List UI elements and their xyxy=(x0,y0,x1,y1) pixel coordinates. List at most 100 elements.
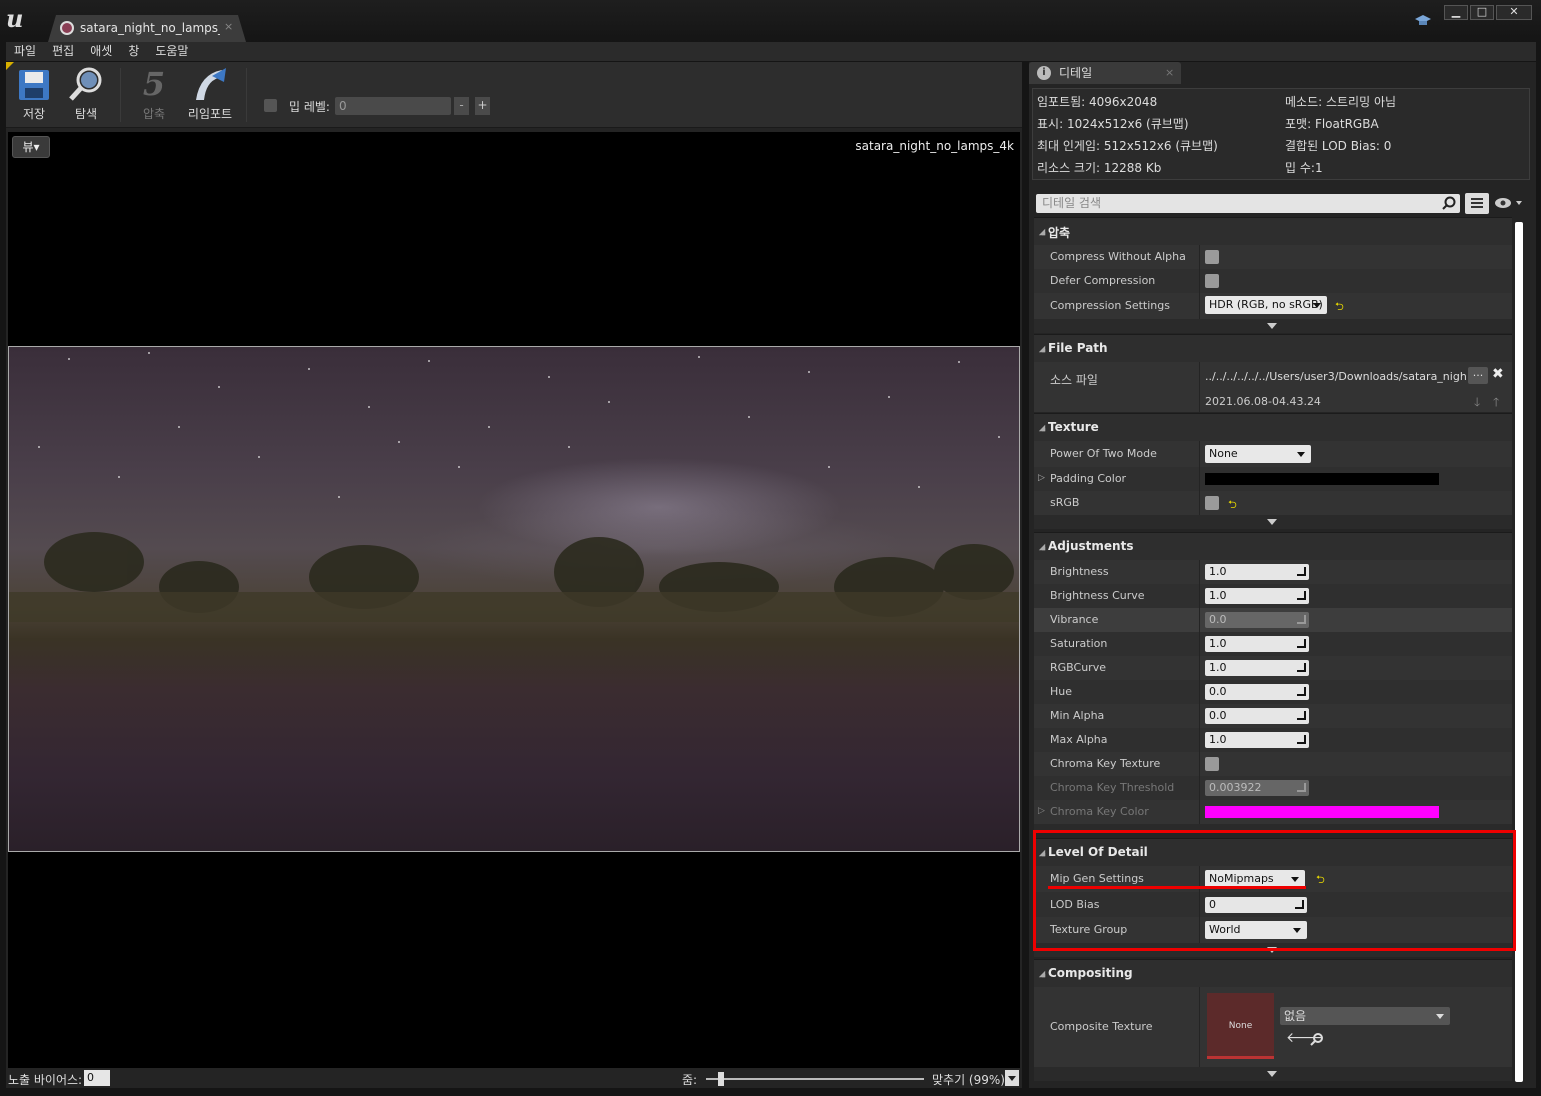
composite-texture-thumbnail[interactable]: None xyxy=(1207,993,1274,1059)
defer-compression-checkbox[interactable] xyxy=(1205,274,1219,288)
prop-saturation: Saturation 1.0 xyxy=(1034,632,1512,656)
save-button[interactable]: 저장 xyxy=(8,66,60,124)
field-value: 0.0 xyxy=(1209,613,1227,626)
info-method: 메소드: 스트리밍 아님 xyxy=(1285,95,1397,109)
menu-asset[interactable]: 애셋 xyxy=(82,42,120,61)
maximize-button[interactable]: □ xyxy=(1470,5,1494,20)
texture-asset-icon xyxy=(60,21,74,35)
brightness-field[interactable]: 1.0 xyxy=(1205,564,1309,580)
details-search-row: 디테일 검색 xyxy=(1032,190,1532,218)
prop-label: Brightness Curve xyxy=(1050,589,1145,602)
mip-level-field[interactable]: 0 xyxy=(335,97,451,115)
vibrance-field[interactable]: 0.0 xyxy=(1205,612,1309,628)
max-alpha-field[interactable]: 1.0 xyxy=(1205,732,1309,748)
category-title: Adjustments xyxy=(1048,539,1134,553)
view-options-eye-icon[interactable] xyxy=(1494,196,1524,210)
source-file-path: ../../../../../../Users/user3/Downloads/… xyxy=(1205,370,1467,383)
chroma-key-color-swatch[interactable] xyxy=(1205,806,1439,818)
compress-without-alpha-checkbox[interactable] xyxy=(1205,250,1219,264)
reimport-button[interactable]: 리임포트 xyxy=(184,66,236,124)
texture-viewport[interactable]: 뷰▾ satara_night_no_lamps_4k xyxy=(8,132,1020,1068)
status-bar: 노출 바이어스: 0 줌: 맞추기 (99%) xyxy=(6,1068,1022,1088)
browse-button[interactable]: 탐색 xyxy=(60,66,112,124)
document-tab-title: satara_night_no_lamps_4k xyxy=(80,21,220,35)
min-alpha-field[interactable]: 0.0 xyxy=(1205,708,1309,724)
reset-to-default-icon[interactable]: ⮌ xyxy=(1228,496,1237,515)
expand-arrow-icon xyxy=(1267,323,1277,329)
search-icon xyxy=(1442,196,1456,210)
composite-asset-dropdown[interactable]: 없음 xyxy=(1280,1007,1450,1025)
exposure-bias-field[interactable]: 0 xyxy=(84,1070,110,1086)
prop-defer-compression: Defer Compression xyxy=(1034,269,1512,293)
prop-min-alpha: Min Alpha 0.0 xyxy=(1034,704,1512,728)
reimport-label: 리임포트 xyxy=(187,107,233,121)
menu-file[interactable]: 파일 xyxy=(6,42,44,61)
details-tab-label: 디테일 xyxy=(1059,66,1093,80)
browse-file-button[interactable]: ... xyxy=(1468,367,1488,384)
zoom-slider-track[interactable] xyxy=(706,1078,924,1080)
advanced-expander[interactable] xyxy=(1034,1067,1512,1081)
toolbar-separator xyxy=(246,68,247,122)
reset-to-default-icon[interactable]: ⮌ xyxy=(1335,298,1344,317)
padding-color-swatch[interactable] xyxy=(1205,473,1439,485)
arrow-up-icon[interactable]: 🡑 xyxy=(1493,393,1499,414)
srgb-checkbox[interactable] xyxy=(1205,496,1219,510)
details-search-input[interactable]: 디테일 검색 xyxy=(1036,194,1460,213)
details-tab[interactable]: i 디테일 × xyxy=(1029,62,1181,84)
chroma-key-threshold-field[interactable]: 0.003922 xyxy=(1205,780,1309,796)
details-scrollbar[interactable] xyxy=(1515,222,1523,1082)
menu-edit[interactable]: 편집 xyxy=(44,42,82,61)
prop-chroma-key-texture: Chroma Key Texture xyxy=(1034,752,1512,776)
mortarboard-icon[interactable] xyxy=(1415,14,1431,26)
prop-hue: Hue 0.0 xyxy=(1034,680,1512,704)
document-tab[interactable]: satara_night_no_lamps_4k × xyxy=(48,15,246,42)
collapse-arrow-icon xyxy=(1038,543,1046,551)
resize-handle-icon xyxy=(1297,687,1306,696)
category-texture[interactable]: Texture xyxy=(1034,413,1512,441)
zoom-dropdown-button[interactable] xyxy=(1005,1070,1019,1086)
tab-close-icon[interactable]: × xyxy=(224,20,233,33)
browse-asset-search-icon[interactable] xyxy=(1310,1032,1324,1046)
view-button-label: 뷰 xyxy=(22,140,34,154)
category-compression[interactable]: 압축 xyxy=(1034,217,1512,245)
chroma-key-texture-checkbox[interactable] xyxy=(1205,757,1219,771)
mip-increment-button[interactable]: + xyxy=(475,97,490,115)
expand-triangle-icon[interactable]: ▷ xyxy=(1038,473,1045,483)
lod-highlight-box xyxy=(1033,830,1516,951)
advanced-expander[interactable] xyxy=(1034,515,1512,529)
mip-level-checkbox[interactable] xyxy=(264,99,277,112)
info-mip-count: 밉 수:1 xyxy=(1285,161,1323,175)
hue-field[interactable]: 0.0 xyxy=(1205,684,1309,700)
property-matrix-button[interactable] xyxy=(1465,193,1489,214)
details-tab-close-icon[interactable]: × xyxy=(1165,62,1174,84)
dropdown-value: HDR (RGB, no sRGB) xyxy=(1209,298,1323,311)
mip-level-label: 밉 레벨: xyxy=(289,100,330,114)
mip-decrement-button[interactable]: - xyxy=(454,97,469,115)
brightness-curve-field[interactable]: 1.0 xyxy=(1205,588,1309,604)
info-resource-size: 리소스 크기: 12288 Kb xyxy=(1037,161,1162,175)
compression-settings-dropdown[interactable]: HDR (RGB, no sRGB) xyxy=(1205,296,1327,314)
power-of-two-dropdown[interactable]: None xyxy=(1205,445,1311,463)
menu-window[interactable]: 창 xyxy=(120,42,147,61)
zoom-slider-handle[interactable] xyxy=(718,1072,724,1086)
category-compositing[interactable]: Compositing xyxy=(1034,959,1512,987)
view-options-button[interactable]: 뷰▾ xyxy=(12,136,50,158)
prop-chroma-key-color: ▷ Chroma Key Color xyxy=(1034,800,1512,824)
close-window-button[interactable]: ✕ xyxy=(1496,5,1532,20)
field-value: 0.003922 xyxy=(1209,781,1262,794)
prop-label: Composite Texture xyxy=(1050,1020,1153,1033)
saturation-field[interactable]: 1.0 xyxy=(1205,636,1309,652)
unreal-logo-icon[interactable]: u xyxy=(6,4,32,33)
category-file-path[interactable]: File Path xyxy=(1034,334,1512,362)
menu-help[interactable]: 도움말 xyxy=(147,42,196,61)
clear-file-icon[interactable]: ✖ xyxy=(1492,366,1504,382)
rgbcurve-field[interactable]: 1.0 xyxy=(1205,660,1309,676)
category-title: Compositing xyxy=(1048,966,1133,980)
arrow-down-icon[interactable]: 🡓 xyxy=(1474,393,1480,414)
prop-compression-settings: Compression Settings HDR (RGB, no sRGB) ⮌ xyxy=(1034,293,1512,319)
minimize-button[interactable]: ▁ xyxy=(1444,5,1468,20)
compress-button[interactable]: 5 압축 xyxy=(128,66,180,124)
category-adjustments[interactable]: Adjustments xyxy=(1034,532,1512,560)
expand-triangle-icon[interactable]: ▷ xyxy=(1038,806,1045,816)
advanced-expander[interactable] xyxy=(1034,319,1512,333)
